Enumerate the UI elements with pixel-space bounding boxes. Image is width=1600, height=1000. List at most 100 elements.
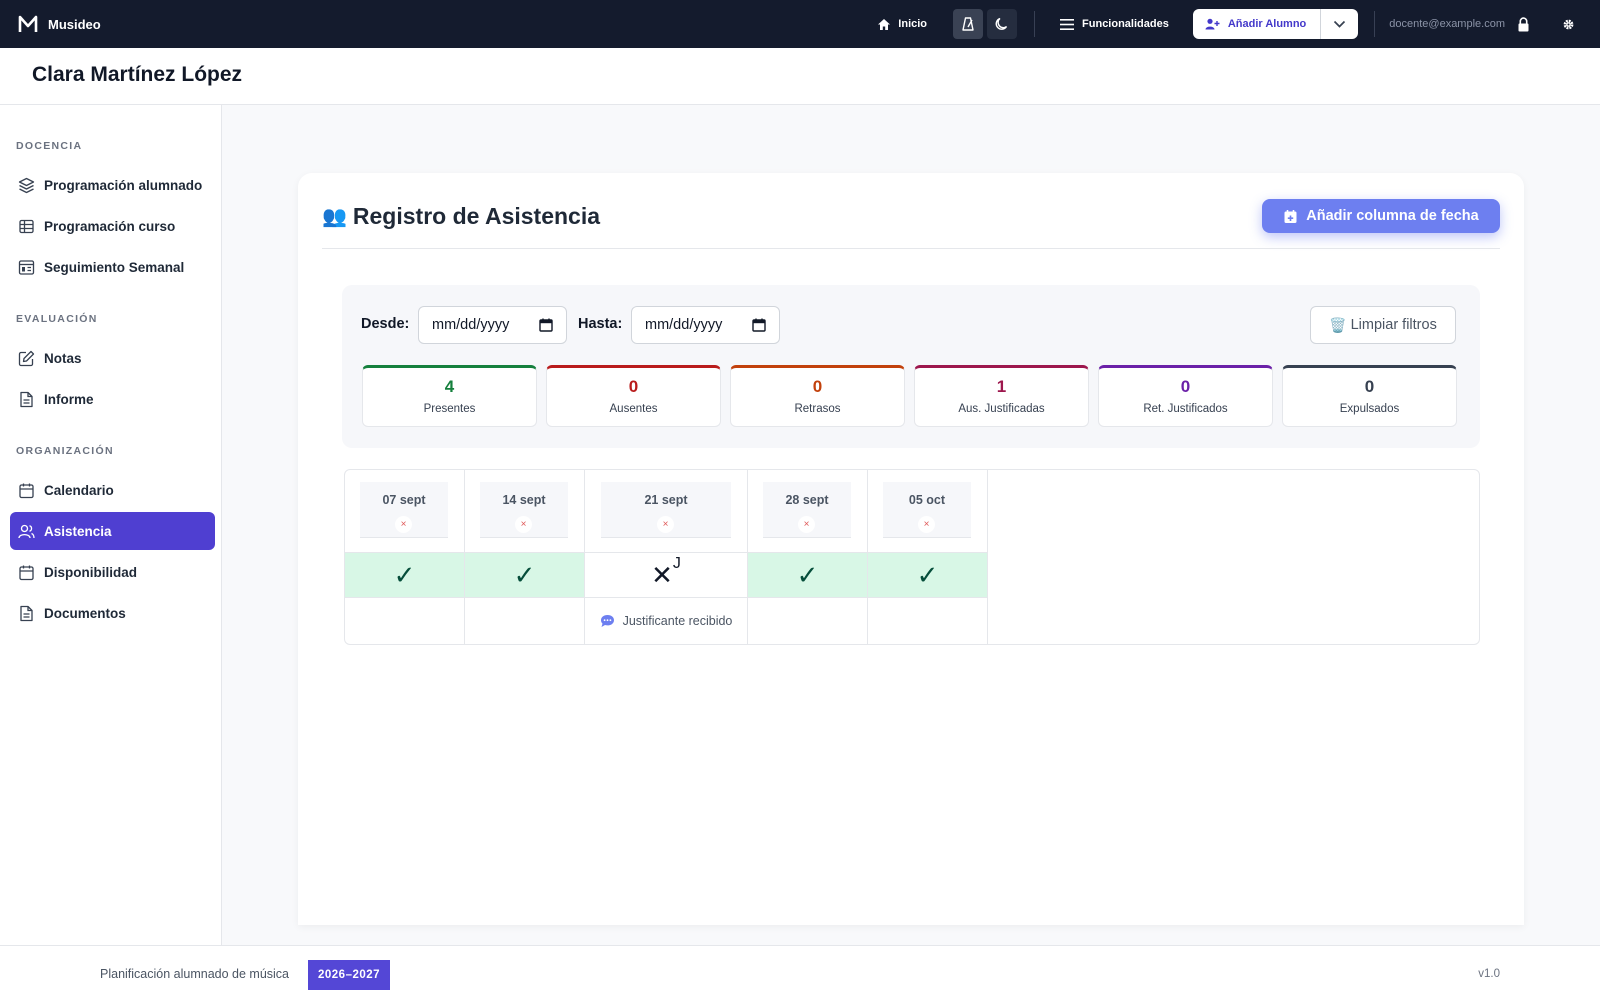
- column-date: 05 oct: [908, 493, 946, 507]
- attendance-note-cell[interactable]: [345, 598, 464, 644]
- delete-column-button[interactable]: ×: [918, 516, 935, 533]
- sidebar-item-informe[interactable]: Informe: [10, 380, 215, 418]
- sidebar-item-label: Calendario: [44, 482, 114, 498]
- stat-label: Expulsados: [1339, 403, 1400, 415]
- attendance-cell[interactable]: ✕J: [585, 552, 747, 598]
- chevron-down-icon: [1334, 20, 1346, 28]
- nav-divider: [1034, 11, 1036, 37]
- sidebar-item-calendario[interactable]: Calendario: [10, 471, 215, 509]
- stat-card-aus-justificadas: 1 Aus. Justificadas: [914, 365, 1089, 427]
- sidebar-item-asistencia[interactable]: Asistencia: [10, 512, 215, 550]
- add-student-dropdown-toggle[interactable]: [1320, 9, 1358, 39]
- check-icon: ✓: [916, 559, 939, 590]
- logout-button[interactable]: [1517, 16, 1530, 32]
- delete-column-button[interactable]: ×: [798, 516, 815, 533]
- sidebar-section-organizacion: ORGANIZACIÓN: [16, 445, 114, 457]
- sidebar-item-label: Disponibilidad: [44, 564, 137, 580]
- attendance-cell[interactable]: ✓: [748, 552, 867, 598]
- filter-panel: Desde: mm/dd/yyyy Hasta: mm/dd/yyyy 🗑️ L…: [342, 285, 1480, 448]
- stat-label: Ret. Justificados: [1143, 403, 1228, 415]
- nav-actions: Inicio Funcionalidades Añadir Alumno doc…: [877, 0, 1600, 48]
- attendance-note-cell[interactable]: [748, 598, 867, 644]
- stat-value: 0: [1180, 377, 1191, 396]
- attendance-note-cell[interactable]: [465, 598, 584, 644]
- edit-icon: [18, 350, 35, 366]
- sidebar-item-documentos[interactable]: Documentos: [10, 594, 215, 632]
- delete-column-button[interactable]: ×: [515, 516, 532, 533]
- sidebar-item-programacion-alumnado[interactable]: Programación alumnado: [10, 166, 215, 204]
- moon-icon: [995, 17, 1008, 30]
- attendance-note-cell[interactable]: Justificante recibido: [585, 598, 747, 644]
- features-menu-label: Funcionalidades: [1082, 18, 1169, 30]
- sidebar-item-label: Documentos: [44, 605, 126, 621]
- layers-icon: [18, 177, 35, 193]
- settings-button[interactable]: [1562, 18, 1575, 31]
- attendance-cell[interactable]: ✓: [345, 552, 464, 598]
- home-link[interactable]: Inicio: [877, 18, 927, 31]
- attendance-column: 07 sept × ✓: [345, 470, 465, 644]
- attendance-cell[interactable]: ✓: [868, 552, 987, 598]
- check-icon: ✓: [513, 559, 536, 590]
- check-icon: ✓: [796, 559, 819, 590]
- from-label: Desde:: [361, 316, 410, 332]
- brand-name: Musideo: [48, 16, 101, 32]
- features-menu-button[interactable]: Funcionalidades: [1059, 18, 1169, 31]
- sidebar-item-programacion-curso[interactable]: Programación curso: [10, 207, 215, 245]
- date-header-box: 28 sept ×: [763, 482, 851, 538]
- sidebar-item-label: Seguimiento Semanal: [44, 259, 185, 275]
- delete-column-button[interactable]: ×: [395, 516, 412, 533]
- column-date: 14 sept: [502, 493, 546, 507]
- lock-icon: [1518, 16, 1529, 31]
- stat-card-ret-justificados: 0 Ret. Justificados: [1098, 365, 1273, 427]
- check-icon: ✓: [393, 559, 416, 590]
- comment-icon: [600, 615, 614, 627]
- from-date-input[interactable]: mm/dd/yyyy: [418, 306, 567, 344]
- delete-column-button[interactable]: ×: [657, 516, 674, 533]
- metronome-button[interactable]: [953, 9, 984, 39]
- stat-value: 0: [628, 377, 639, 396]
- stat-card-retrasos: 0 Retrasos: [730, 365, 905, 427]
- column-header: 05 oct ×: [868, 470, 987, 552]
- sidebar-item-seguimiento-semanal[interactable]: Seguimiento Semanal: [10, 248, 215, 286]
- add-date-column-button[interactable]: Añadir columna de fecha: [1262, 199, 1500, 233]
- clear-filters-button[interactable]: 🗑️ Limpiar filtros: [1310, 306, 1456, 344]
- student-name: Clara Martínez López: [32, 63, 243, 86]
- attendance-column: 21 sept × ✕J Justificante recibido: [585, 470, 748, 644]
- sidebar-item-disponibilidad[interactable]: Disponibilidad: [10, 553, 215, 591]
- sidebar-item-notas[interactable]: Notas: [10, 339, 215, 377]
- justified-flag: J: [672, 554, 681, 572]
- sidebar-item-label: Programación curso: [44, 218, 176, 234]
- home-icon: [878, 18, 891, 30]
- calendar-icon: [539, 318, 553, 332]
- add-student-label: Añadir Alumno: [1227, 18, 1307, 30]
- column-date: 21 sept: [644, 493, 688, 507]
- to-date-input[interactable]: mm/dd/yyyy: [631, 306, 780, 344]
- attendance-column: 14 sept × ✓: [465, 470, 585, 644]
- footer: Planificación alumnado de música 2026–20…: [0, 945, 1600, 1000]
- stat-card-expulsados: 0 Expulsados: [1282, 365, 1457, 427]
- brand[interactable]: Musideo: [18, 14, 101, 34]
- user-email: docente@example.com: [1389, 18, 1505, 30]
- user-plus-icon: [1205, 18, 1220, 30]
- sidebar-section-docencia: DOCENCIA: [16, 140, 83, 152]
- calendar-icon: [19, 565, 34, 580]
- stat-value: 0: [1364, 377, 1375, 396]
- table-icon: [19, 219, 34, 233]
- add-student-button[interactable]: Añadir Alumno: [1193, 9, 1320, 39]
- stat-label: Aus. Justificadas: [958, 403, 1045, 415]
- dark-mode-toggle[interactable]: [987, 9, 1018, 39]
- app-version: v1.0: [1478, 968, 1500, 980]
- attendance-cell[interactable]: ✓: [465, 552, 584, 598]
- date-header-box: 07 sept ×: [360, 482, 448, 538]
- stat-label: Ausentes: [609, 403, 658, 415]
- sidebar-section-evaluacion: EVALUACIÓN: [16, 313, 98, 325]
- sidebar-item-label: Asistencia: [44, 523, 112, 539]
- attendance-column: 05 oct × ✓: [868, 470, 988, 644]
- column-date: 28 sept: [785, 493, 829, 507]
- people-icon: 👥: [322, 206, 347, 228]
- to-label: Hasta:: [578, 316, 623, 332]
- stat-value: 1: [996, 377, 1007, 396]
- sidebar-item-label: Notas: [44, 350, 82, 366]
- attendance-note-cell[interactable]: [868, 598, 987, 644]
- add-date-column-label: Añadir columna de fecha: [1306, 208, 1479, 224]
